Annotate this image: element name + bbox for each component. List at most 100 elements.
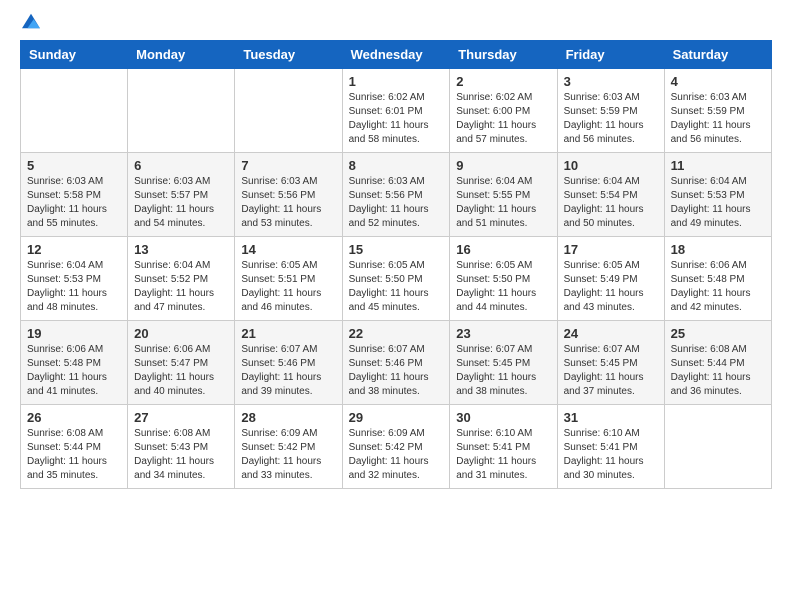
- day-info: Sunrise: 6:10 AMSunset: 5:41 PMDaylight:…: [456, 427, 550, 483]
- calendar-cell: 12 Sunrise: 6:04 AMSunset: 5:53 PMDayligh…: [21, 237, 128, 321]
- calendar-cell: 5 Sunrise: 6:03 AMSunset: 5:58 PMDaylight…: [21, 153, 128, 237]
- calendar-week-5: 26Sunrise: 6:08 AMSunset: 5:44 PMDayligh…: [21, 405, 772, 489]
- day-number: 27: [134, 410, 228, 425]
- day-number: 12: [27, 242, 121, 257]
- day-number: 10: [564, 158, 658, 173]
- calendar-cell: 23 Sunrise: 6:07 AMSunset: 5:45 PMDayligh…: [450, 321, 557, 405]
- day-info: Sunrise: 6:03 AMSunset: 5:56 PMDaylight:…: [241, 175, 335, 231]
- day-info: Sunrise: 6:09 AMSunset: 5:42 PMDaylight:…: [241, 427, 335, 483]
- calendar-cell: 14 Sunrise: 6:05 AMSunset: 5:51 PMDayligh…: [235, 237, 342, 321]
- calendar-cell: 25Sunrise: 6:08 AMSunset: 5:44 PMDayligh…: [664, 321, 771, 405]
- day-number: 3: [564, 74, 658, 89]
- calendar-cell: 29Sunrise: 6:09 AMSunset: 5:42 PMDayligh…: [342, 405, 450, 489]
- day-number: 21: [241, 326, 335, 341]
- day-info: Sunrise: 6:03 AMSunset: 5:58 PMDaylight:…: [27, 175, 121, 231]
- day-info: Sunrise: 6:04 AMSunset: 5:52 PMDaylight:…: [134, 259, 228, 315]
- calendar-cell: 10 Sunrise: 6:04 AMSunset: 5:54 PMDayligh…: [557, 153, 664, 237]
- calendar-table: SundayMondayTuesdayWednesdayThursdayFrid…: [20, 40, 772, 489]
- calendar-cell: 26Sunrise: 6:08 AMSunset: 5:44 PMDayligh…: [21, 405, 128, 489]
- calendar-cell: 17Sunrise: 6:05 AMSunset: 5:49 PMDayligh…: [557, 237, 664, 321]
- calendar-cell: 7 Sunrise: 6:03 AMSunset: 5:56 PMDaylight…: [235, 153, 342, 237]
- calendar-cell: 30 Sunrise: 6:10 AMSunset: 5:41 PMDayligh…: [450, 405, 557, 489]
- day-number: 23: [456, 326, 550, 341]
- day-number: 6: [134, 158, 228, 173]
- day-number: 14: [241, 242, 335, 257]
- day-number: 2: [456, 74, 550, 89]
- day-number: 22: [349, 326, 444, 341]
- logo: [20, 20, 40, 30]
- day-info: Sunrise: 6:03 AMSunset: 5:59 PMDaylight:…: [564, 91, 658, 147]
- calendar-cell: 13 Sunrise: 6:04 AMSunset: 5:52 PMDayligh…: [128, 237, 235, 321]
- day-info: Sunrise: 6:06 AMSunset: 5:47 PMDaylight:…: [134, 343, 228, 399]
- day-number: 19: [27, 326, 121, 341]
- calendar-week-4: 19 Sunrise: 6:06 AMSunset: 5:48 PMDayligh…: [21, 321, 772, 405]
- col-header-tuesday: Tuesday: [235, 41, 342, 69]
- day-number: 18: [671, 242, 765, 257]
- col-header-monday: Monday: [128, 41, 235, 69]
- day-number: 1: [349, 74, 444, 89]
- calendar-cell: 24 Sunrise: 6:07 AMSunset: 5:45 PMDayligh…: [557, 321, 664, 405]
- day-info: Sunrise: 6:05 AMSunset: 5:50 PMDaylight:…: [349, 259, 444, 315]
- col-header-saturday: Saturday: [664, 41, 771, 69]
- day-number: 15: [349, 242, 444, 257]
- calendar-cell: 3 Sunrise: 6:03 AMSunset: 5:59 PMDaylight…: [557, 69, 664, 153]
- calendar-cell: 31 Sunrise: 6:10 AMSunset: 5:41 PMDayligh…: [557, 405, 664, 489]
- day-info: Sunrise: 6:05 AMSunset: 5:49 PMDaylight:…: [564, 259, 658, 315]
- day-info: Sunrise: 6:03 AMSunset: 5:56 PMDaylight:…: [349, 175, 444, 231]
- logo-icon: [22, 12, 40, 30]
- day-info: Sunrise: 6:05 AMSunset: 5:51 PMDaylight:…: [241, 259, 335, 315]
- calendar-cell: [235, 69, 342, 153]
- day-info: Sunrise: 6:07 AMSunset: 5:45 PMDaylight:…: [564, 343, 658, 399]
- calendar-cell: 15 Sunrise: 6:05 AMSunset: 5:50 PMDayligh…: [342, 237, 450, 321]
- day-number: 28: [241, 410, 335, 425]
- col-header-wednesday: Wednesday: [342, 41, 450, 69]
- day-number: 30: [456, 410, 550, 425]
- calendar-cell: 8 Sunrise: 6:03 AMSunset: 5:56 PMDaylight…: [342, 153, 450, 237]
- day-number: 24: [564, 326, 658, 341]
- calendar-cell: 1 Sunrise: 6:02 AMSunset: 6:01 PMDaylight…: [342, 69, 450, 153]
- calendar-cell: 18 Sunrise: 6:06 AMSunset: 5:48 PMDayligh…: [664, 237, 771, 321]
- calendar-cell: [21, 69, 128, 153]
- day-info: Sunrise: 6:09 AMSunset: 5:42 PMDaylight:…: [349, 427, 444, 483]
- day-info: Sunrise: 6:05 AMSunset: 5:50 PMDaylight:…: [456, 259, 550, 315]
- day-info: Sunrise: 6:08 AMSunset: 5:44 PMDaylight:…: [671, 343, 765, 399]
- calendar-cell: 16 Sunrise: 6:05 AMSunset: 5:50 PMDayligh…: [450, 237, 557, 321]
- day-info: Sunrise: 6:04 AMSunset: 5:54 PMDaylight:…: [564, 175, 658, 231]
- day-number: 13: [134, 242, 228, 257]
- calendar-cell: 9 Sunrise: 6:04 AMSunset: 5:55 PMDaylight…: [450, 153, 557, 237]
- day-info: Sunrise: 6:04 AMSunset: 5:53 PMDaylight:…: [27, 259, 121, 315]
- day-info: Sunrise: 6:02 AMSunset: 6:01 PMDaylight:…: [349, 91, 444, 147]
- day-number: 20: [134, 326, 228, 341]
- day-number: 7: [241, 158, 335, 173]
- calendar-cell: 28 Sunrise: 6:09 AMSunset: 5:42 PMDayligh…: [235, 405, 342, 489]
- day-info: Sunrise: 6:04 AMSunset: 5:53 PMDaylight:…: [671, 175, 765, 231]
- calendar-cell: 21 Sunrise: 6:07 AMSunset: 5:46 PMDayligh…: [235, 321, 342, 405]
- day-info: Sunrise: 6:07 AMSunset: 5:45 PMDaylight:…: [456, 343, 550, 399]
- calendar-cell: 4Sunrise: 6:03 AMSunset: 5:59 PMDaylight…: [664, 69, 771, 153]
- col-header-thursday: Thursday: [450, 41, 557, 69]
- day-number: 9: [456, 158, 550, 173]
- day-info: Sunrise: 6:10 AMSunset: 5:41 PMDaylight:…: [564, 427, 658, 483]
- day-info: Sunrise: 6:02 AMSunset: 6:00 PMDaylight:…: [456, 91, 550, 147]
- calendar-cell: 2 Sunrise: 6:02 AMSunset: 6:00 PMDaylight…: [450, 69, 557, 153]
- calendar-week-2: 5 Sunrise: 6:03 AMSunset: 5:58 PMDaylight…: [21, 153, 772, 237]
- col-header-sunday: Sunday: [21, 41, 128, 69]
- day-number: 8: [349, 158, 444, 173]
- calendar-cell: 19 Sunrise: 6:06 AMSunset: 5:48 PMDayligh…: [21, 321, 128, 405]
- calendar-week-1: 1 Sunrise: 6:02 AMSunset: 6:01 PMDaylight…: [21, 69, 772, 153]
- day-info: Sunrise: 6:06 AMSunset: 5:48 PMDaylight:…: [27, 343, 121, 399]
- day-info: Sunrise: 6:04 AMSunset: 5:55 PMDaylight:…: [456, 175, 550, 231]
- day-info: Sunrise: 6:06 AMSunset: 5:48 PMDaylight:…: [671, 259, 765, 315]
- calendar-week-3: 12 Sunrise: 6:04 AMSunset: 5:53 PMDayligh…: [21, 237, 772, 321]
- day-number: 26: [27, 410, 121, 425]
- day-info: Sunrise: 6:08 AMSunset: 5:43 PMDaylight:…: [134, 427, 228, 483]
- calendar-cell: 27 Sunrise: 6:08 AMSunset: 5:43 PMDayligh…: [128, 405, 235, 489]
- day-number: 16: [456, 242, 550, 257]
- calendar-cell: 22Sunrise: 6:07 AMSunset: 5:46 PMDayligh…: [342, 321, 450, 405]
- calendar-cell: [128, 69, 235, 153]
- day-number: 11: [671, 158, 765, 173]
- day-info: Sunrise: 6:07 AMSunset: 5:46 PMDaylight:…: [241, 343, 335, 399]
- day-number: 31: [564, 410, 658, 425]
- day-number: 5: [27, 158, 121, 173]
- col-header-friday: Friday: [557, 41, 664, 69]
